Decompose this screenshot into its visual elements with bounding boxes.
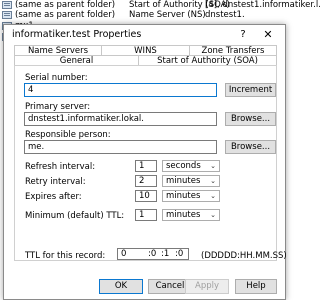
expires-unit-select[interactable]: minutes ⌄ [162, 190, 220, 202]
record-name: (same as parent folder) [15, 10, 116, 20]
ttl-hours: :0 [148, 249, 157, 259]
primary-server-input[interactable]: dnstest1.informatiker.lokal. [24, 112, 217, 126]
chevron-down-icon: ⌄ [210, 211, 216, 219]
primary-server-label: Primary server: [25, 102, 91, 112]
retry-unit-value: minutes [166, 176, 201, 186]
record-type: Name Server (NS) [129, 10, 206, 20]
title-bar: informatiker.test Properties ? ✕ [4, 25, 285, 45]
retry-unit-select[interactable]: minutes ⌄ [162, 175, 220, 187]
help-icon[interactable]: ? [236, 27, 250, 43]
retry-interval-input[interactable]: 2 [135, 175, 157, 187]
serial-input[interactable]: 4 [24, 83, 217, 97]
refresh-interval-input[interactable]: 1 [135, 160, 157, 172]
minimum-ttl-input[interactable]: 1 [135, 209, 157, 221]
record-icon [2, 1, 12, 9]
ttl-seconds: :0 [175, 249, 184, 259]
ok-button[interactable]: OK [99, 279, 143, 294]
chevron-down-icon: ⌄ [210, 177, 216, 185]
ttl-minutes: :1 [161, 249, 170, 259]
ttl-format-hint: (DDDDD:HH.MM.SS) [201, 251, 287, 261]
ttl-record-input[interactable]: 0 :0 :1 :0 [117, 248, 189, 260]
ttl-days: 0 [121, 249, 127, 259]
minimum-ttl-unit-select[interactable]: minutes ⌄ [162, 209, 220, 221]
ttl-record-label: TTL for this record: [25, 251, 106, 261]
increment-button[interactable]: Increment [225, 83, 276, 97]
refresh-unit-select[interactable]: seconds ⌄ [162, 160, 220, 172]
responsible-person-label: Responsible person: [25, 130, 111, 140]
expires-after-label: Expires after: [25, 192, 82, 202]
browse-responsible-button[interactable]: Browse... [225, 140, 276, 154]
help-button[interactable]: Help [235, 279, 277, 294]
refresh-interval-label: Refresh interval: [25, 162, 96, 172]
close-icon[interactable]: ✕ [260, 27, 276, 43]
minimum-ttl-label: Minimum (default) TTL: [25, 211, 125, 221]
properties-dialog: informatiker.test Properties ? ✕ Name Se… [3, 24, 287, 300]
refresh-unit-value: seconds [166, 161, 201, 171]
minimum-ttl-unit-value: minutes [166, 210, 201, 220]
responsible-person-input[interactable]: me. [24, 140, 217, 154]
chevron-down-icon: ⌄ [210, 162, 216, 170]
dialog-title: informatiker.test Properties [12, 29, 142, 40]
browse-primary-button[interactable]: Browse... [225, 112, 276, 126]
expires-after-input[interactable]: 10 [135, 190, 157, 202]
expires-unit-value: minutes [166, 191, 201, 201]
chevron-down-icon: ⌄ [210, 192, 216, 200]
record-data: dnstest1. [205, 10, 245, 20]
serial-label: Serial number: [25, 73, 88, 83]
apply-button[interactable]: Apply [185, 279, 229, 294]
list-item[interactable]: (same as parent folder) Name Server (NS)… [0, 10, 293, 21]
retry-interval-label: Retry interval: [25, 177, 86, 187]
record-icon [2, 11, 12, 19]
